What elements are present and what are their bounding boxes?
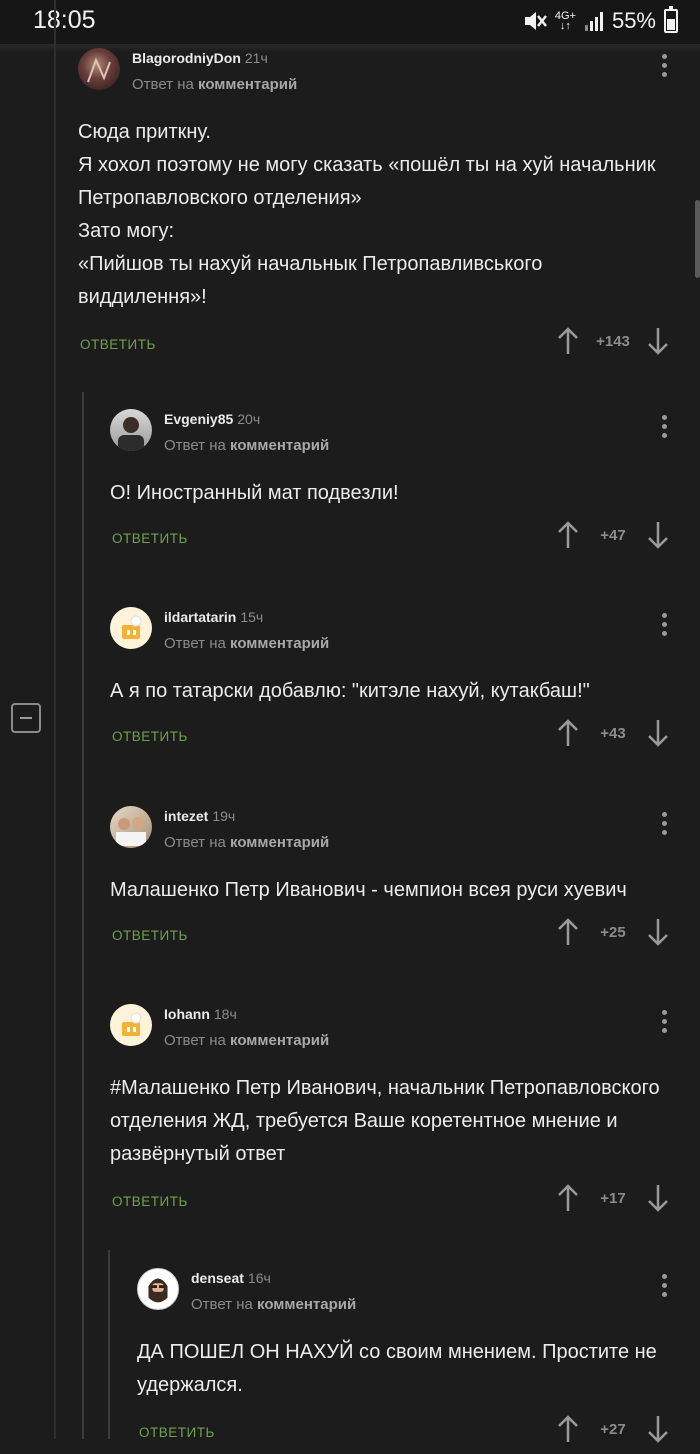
kebab-menu-icon[interactable] [654,54,674,82]
vote-score: +25 [600,923,626,941]
reply-target-link[interactable]: комментарий [230,834,329,851]
status-time: 18:05 [33,6,96,34]
comment-text: О! Иностранный мат подвезли! [110,482,399,504]
comment: BlagorodniyDon 21ч Ответ на комментарий С… [78,48,674,366]
reply-target-link[interactable]: комментарий [198,76,297,93]
reply-button[interactable]: ОТВЕТИТЬ [112,729,188,744]
arrow-up-icon[interactable] [556,326,580,356]
reply-to: Ответ на комментарий [164,1032,330,1049]
comment-age: 16ч [247,1270,271,1286]
kebab-menu-icon[interactable] [654,415,674,443]
comment-text: #Малашенко Петр Иванович, начальник Петр… [110,1077,660,1165]
comment: intezet 19ч Ответ на комментарий Малашенк… [110,806,674,957]
collapse-thread-button[interactable] [11,703,41,733]
reply-target-link[interactable]: комментарий [230,437,329,454]
comment-age: 21ч [244,50,268,66]
thread-line-nested-2 [108,1250,110,1439]
arrow-up-icon[interactable] [556,917,580,947]
reply-to: Ответ на комментарий [164,437,330,454]
username[interactable]: Evgeniy85 [164,411,233,427]
arrow-up-icon[interactable] [556,1414,580,1444]
battery-fill [667,19,675,30]
comment: Evgeniy85 20ч Ответ на комментарий О! Ино… [110,409,674,560]
comment: denseat 16ч Ответ на комментарий ДА ПОШЕЛ… [137,1268,674,1454]
reply-button[interactable]: ОТВЕТИТЬ [112,928,188,943]
username[interactable]: Iohann [164,1006,210,1022]
thread-line-nested [82,392,84,1439]
avatar[interactable] [110,806,152,848]
vote-score: +27 [600,1420,626,1438]
username[interactable]: intezet [164,808,208,824]
battery-percent: 55% [611,8,656,33]
kebab-menu-icon[interactable] [654,613,674,641]
kebab-menu-icon[interactable] [654,1010,674,1038]
vote-score: +43 [600,724,626,742]
thread-line [54,0,56,1439]
reply-to: Ответ на комментарий [164,834,330,851]
scrollbar[interactable] [695,200,700,278]
kebab-menu-icon[interactable] [654,1274,674,1302]
comment-text: ДА ПОШЕЛ ОН НАХУЙ со своим мнением. Прос… [137,1341,657,1396]
arrow-up-icon[interactable] [556,718,580,748]
vote-score: +47 [600,526,626,544]
reply-to: Ответ на комментарий [191,1296,357,1313]
kebab-menu-icon[interactable] [654,812,674,840]
arrow-down-icon[interactable] [646,520,670,550]
avatar[interactable] [110,1004,152,1046]
reply-to: Ответ на комментарий [132,76,298,93]
arrow-up-icon[interactable] [556,520,580,550]
avatar[interactable] [110,409,152,451]
reply-target-link[interactable]: комментарий [257,1296,356,1313]
vote-score: +17 [600,1189,626,1207]
username[interactable]: BlagorodniyDon [132,50,241,66]
reply-button[interactable]: ОТВЕТИТЬ [80,337,156,352]
comment: ildartatarin 15ч Ответ на комментарий А я… [110,607,674,758]
vote-score: +143 [596,332,630,350]
comment-age: 19ч [212,808,236,824]
reply-button[interactable]: ОТВЕТИТЬ [139,1425,215,1440]
username[interactable]: denseat [191,1270,244,1286]
comment-age: 20ч [237,411,261,427]
reply-button[interactable]: ОТВЕТИТЬ [112,531,188,546]
comment-age: 15ч [240,609,264,625]
mute-icon [524,12,547,30]
reply-target-link[interactable]: комментарий [230,1032,329,1049]
arrow-up-icon[interactable] [556,1183,580,1213]
reply-to: Ответ на комментарий [164,635,330,652]
signal-icon [584,12,603,31]
comment-text: Сюда приткну. Я хохол поэтому не могу ск… [78,121,656,308]
comment-age: 18ч [213,1006,237,1022]
reply-target-link[interactable]: комментарий [230,635,329,652]
avatar[interactable] [78,48,120,90]
username[interactable]: ildartatarin [164,609,236,625]
arrow-down-icon[interactable] [646,1183,670,1213]
arrow-down-icon[interactable] [646,1414,670,1444]
reply-button[interactable]: ОТВЕТИТЬ [112,1194,188,1209]
arrow-down-icon[interactable] [646,718,670,748]
avatar[interactable] [110,607,152,649]
arrow-down-icon[interactable] [646,326,670,356]
comment-text: Малашенко Петр Иванович - чемпион всея р… [110,879,627,901]
network-type-indicator: 4G+ ↓↑ [554,10,576,32]
comment: Iohann 18ч Ответ на комментарий #Малашенк… [110,1004,674,1223]
comment-text: А я по татарски добавлю: "китэле нахуй, … [110,680,590,702]
battery-icon [664,6,678,33]
arrow-down-icon[interactable] [646,917,670,947]
avatar[interactable] [137,1268,179,1310]
status-bar: 18:05 4G+ ↓↑ 55% [0,0,700,44]
